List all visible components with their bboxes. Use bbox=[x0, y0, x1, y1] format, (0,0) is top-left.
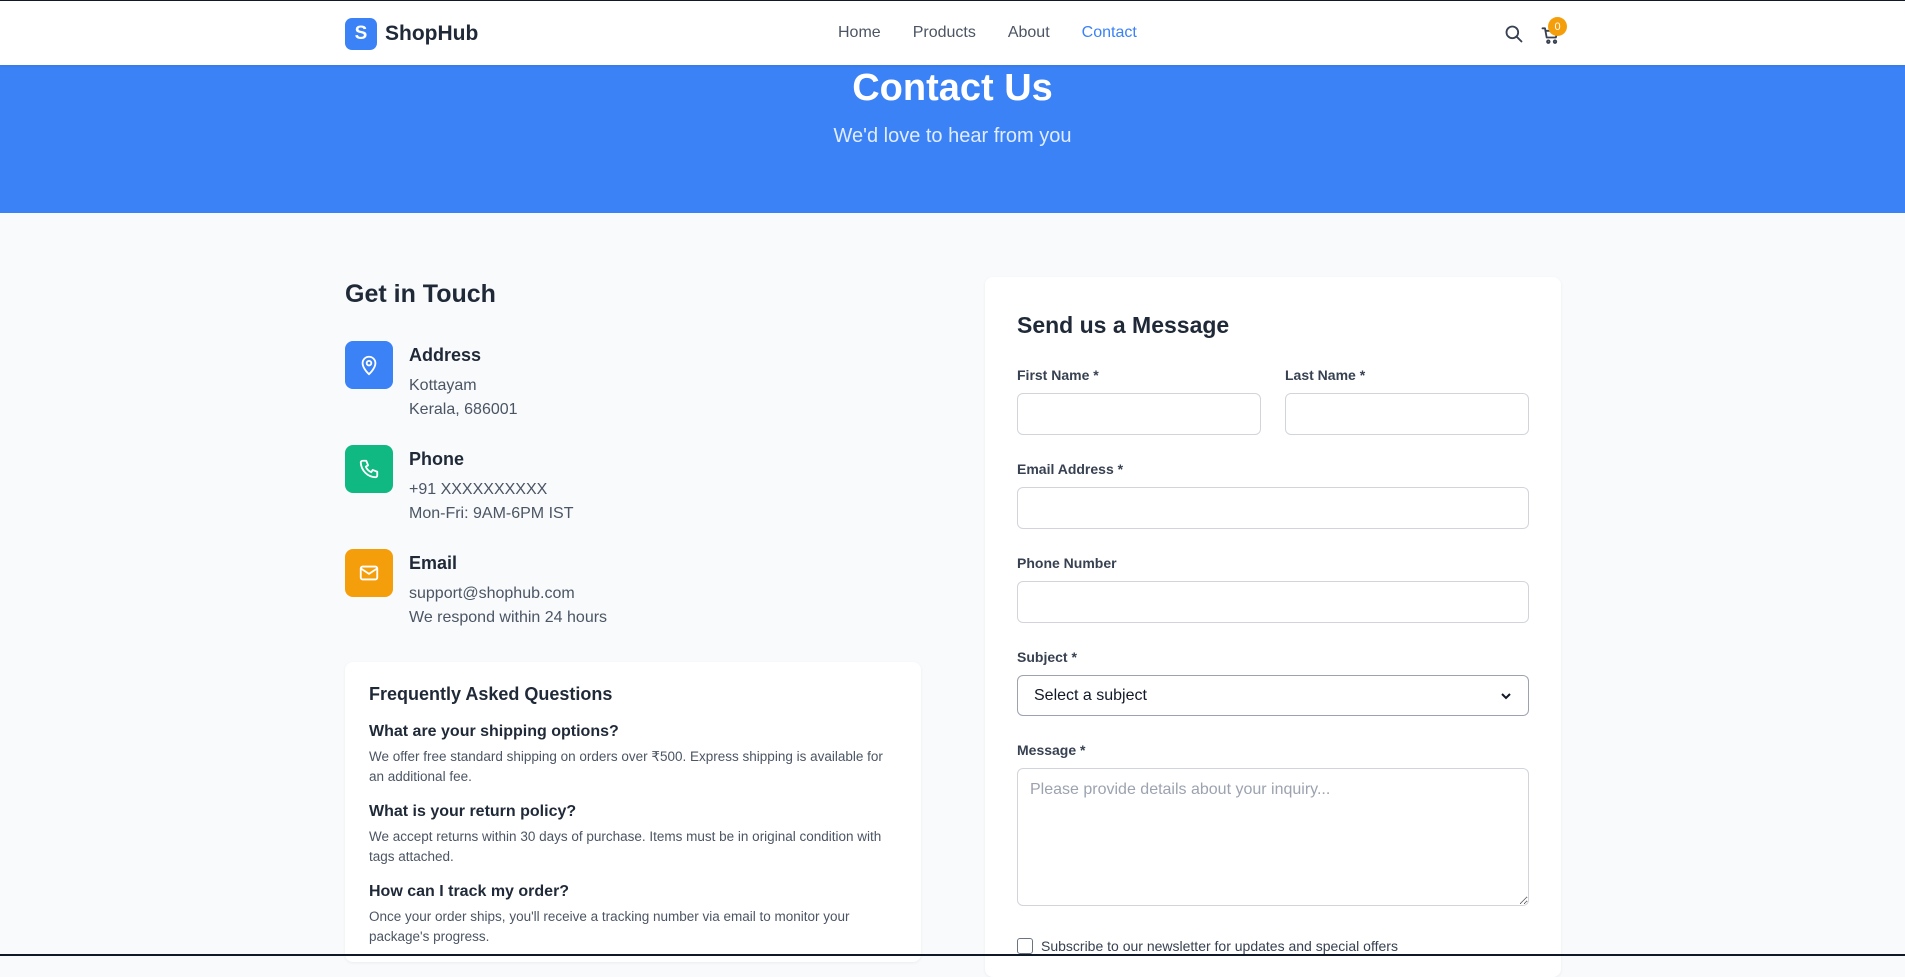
newsletter-label: Subscribe to our newsletter for updates … bbox=[1041, 938, 1398, 954]
phone-title: Phone bbox=[409, 449, 465, 469]
first-name-field[interactable] bbox=[1017, 393, 1261, 435]
brand-logo[interactable]: S ShopHub bbox=[345, 18, 478, 50]
phone-hours: Mon-Fri: 9AM-6PM IST bbox=[409, 505, 574, 522]
subject-select[interactable]: Select a subject bbox=[1017, 675, 1529, 716]
faq-title: Frequently Asked Questions bbox=[369, 684, 613, 704]
email-title: Email bbox=[409, 553, 458, 573]
address-line-1: Kottayam bbox=[409, 377, 477, 394]
search-icon[interactable] bbox=[1504, 24, 1524, 44]
faq-question: What are your shipping options? bbox=[369, 723, 619, 740]
subject-label: Subject * bbox=[1017, 649, 1077, 665]
newsletter-checkbox[interactable] bbox=[1017, 938, 1033, 954]
faq-answer: We offer free standard shipping on order… bbox=[369, 749, 883, 784]
faq-question: What is your return policy? bbox=[369, 803, 577, 820]
address-title: Address bbox=[409, 345, 482, 365]
nav-about-link[interactable]: About bbox=[1008, 24, 1050, 42]
chevron-down-icon bbox=[1501, 692, 1511, 699]
main-nav: Home Products About Contact bbox=[838, 24, 1137, 42]
page-title: Contact Us bbox=[852, 67, 1053, 109]
form-title: Send us a Message bbox=[1017, 312, 1230, 338]
contact-form-card: Send us a Message First Name * Last Name… bbox=[985, 277, 1561, 977]
phone-label: Phone Number bbox=[1017, 555, 1117, 571]
email-label: Email Address * bbox=[1017, 461, 1124, 477]
subject-selected-value: Select a subject bbox=[1034, 686, 1147, 704]
mail-icon bbox=[345, 549, 393, 597]
page-subtitle: We'd love to hear from you bbox=[833, 125, 1072, 147]
address-line-2: Kerala, 686001 bbox=[409, 401, 518, 418]
contact-hero: Contact Us We'd love to hear from you bbox=[0, 65, 1905, 213]
phone-icon bbox=[345, 445, 393, 493]
newsletter-option[interactable]: Subscribe to our newsletter for updates … bbox=[1017, 938, 1398, 954]
faq-card: Frequently Asked Questions What are your… bbox=[345, 662, 921, 962]
get-in-touch-title: Get in Touch bbox=[345, 280, 496, 308]
map-pin-icon bbox=[345, 341, 393, 389]
email-field[interactable] bbox=[1017, 487, 1529, 529]
email-address[interactable]: support@shophub.com bbox=[409, 582, 607, 606]
message-field[interactable] bbox=[1017, 768, 1529, 906]
nav-home-link[interactable]: Home bbox=[838, 24, 881, 42]
phone-item: Phone +91 XXXXXXXXXX Mon-Fri: 9AM-6PM IS… bbox=[345, 445, 573, 526]
top-navbar: S ShopHub Home Products About Contact 0 bbox=[0, 0, 1905, 65]
email-response-time: We respond within 24 hours bbox=[409, 609, 608, 626]
faq-answer: Once your order ships, you'll receive a … bbox=[369, 909, 850, 944]
last-name-label: Last Name * bbox=[1285, 367, 1366, 383]
first-name-label: First Name * bbox=[1017, 367, 1099, 383]
brand-name: ShopHub bbox=[385, 22, 479, 45]
cart-count-badge: 0 bbox=[1548, 17, 1567, 36]
faq-answer: We accept returns within 30 days of purc… bbox=[369, 829, 882, 864]
nav-contact-link[interactable]: Contact bbox=[1082, 24, 1137, 42]
nav-products-link[interactable]: Products bbox=[913, 24, 976, 42]
email-item: Email support@shophub.com We respond wit… bbox=[345, 549, 607, 630]
message-label: Message * bbox=[1017, 742, 1086, 758]
logo-mark: S bbox=[345, 18, 377, 50]
phone-field[interactable] bbox=[1017, 581, 1529, 623]
address-item: Address Kottayam Kerala, 686001 bbox=[345, 341, 518, 422]
last-name-field[interactable] bbox=[1285, 393, 1529, 435]
faq-question: How can I track my order? bbox=[369, 883, 570, 900]
phone-number: +91 XXXXXXXXXX bbox=[409, 481, 548, 498]
